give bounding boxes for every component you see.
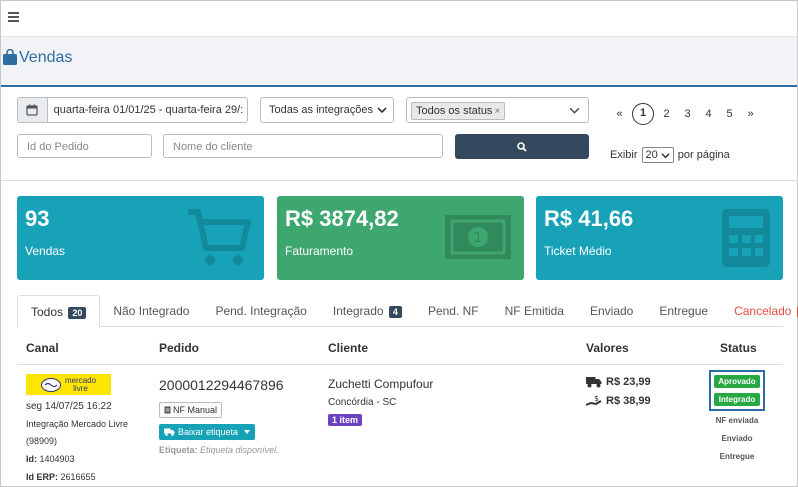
chevron-down-icon — [569, 107, 580, 114]
logo-text: mercado livre — [64, 375, 97, 393]
status-tag: Todos os status × — [411, 102, 506, 120]
calendar-icon[interactable] — [18, 98, 48, 122]
tab-enviado[interactable]: Enviado — [577, 295, 646, 327]
items-badge: 1 item — [328, 414, 363, 426]
sales-count-value: 93 — [25, 206, 50, 231]
shipping-value: R$ 23,99 — [606, 376, 651, 388]
order-datetime: seg 14/07/25 16:22 — [26, 401, 112, 412]
integration-select-value: Todas as integrações — [269, 104, 373, 116]
tab-badge: 20 — [68, 307, 87, 319]
caret-down-icon[interactable] — [244, 430, 251, 434]
tab-badge: 4 — [388, 306, 402, 318]
avg-ticket-card: R$ 41,66 Ticket Médio — [536, 196, 783, 280]
handshake-icon — [40, 377, 61, 392]
truck-icon — [586, 377, 602, 388]
tab-nao-integrado[interactable]: Não Integrado — [100, 295, 202, 327]
avg-ticket-value: R$ 41,66 — [544, 206, 634, 231]
chevron-down-icon — [377, 107, 387, 114]
pagination-page-4[interactable]: 4 — [698, 108, 719, 120]
pagination: « 1 2 3 4 5 » — [609, 103, 761, 125]
tab-label: Cancelado — [734, 304, 792, 318]
avg-ticket-label: Ticket Médio — [544, 244, 612, 258]
status-tag-label: Todos os status — [416, 105, 493, 117]
status-badge-integrated: Integrado — [714, 393, 760, 406]
per-page-prefix: Exibir — [610, 149, 638, 161]
tab-label: Todos — [31, 305, 64, 319]
shopping-cart-icon — [188, 209, 251, 265]
filters-panel: quarta-feira 01/01/25 - quarta-feira 29/… — [1, 97, 798, 181]
shopping-bag-icon — [3, 49, 17, 65]
order-number[interactable]: 2000012294467896 — [159, 377, 284, 393]
remove-tag-icon[interactable]: × — [494, 106, 500, 117]
tab-todos[interactable]: Todos 20 — [17, 295, 101, 328]
status-badge-approved: Aprovado — [714, 375, 760, 388]
download-label-button[interactable]: Baixar etiqueta — [159, 424, 256, 440]
page-title: Vendas — [19, 49, 73, 66]
column-header-pedido: Pedido — [159, 341, 200, 355]
tab-pend-nf[interactable]: Pend. NF — [415, 295, 492, 327]
table-row[interactable]: mercado livre seg 14/07/25 16:22 Integraç… — [17, 367, 783, 487]
revenue-value: R$ 3874,82 — [285, 206, 399, 231]
integration-name: Integração Mercado Livre — [26, 419, 129, 429]
search-icon — [517, 141, 527, 152]
per-page-value: 20 — [645, 149, 658, 161]
pagination-prev[interactable]: « — [609, 108, 630, 120]
money-bill-icon: 1 — [445, 215, 511, 259]
status-delivered: Entregue — [719, 452, 755, 461]
column-header-valores: Valores — [586, 341, 629, 355]
column-header-canal: Canal — [26, 341, 59, 355]
top-bar — [1, 1, 797, 37]
pagination-page-1[interactable]: 1 — [632, 103, 654, 125]
status-tabs: Todos 20 Não Integrado Pend. Integração … — [17, 295, 798, 328]
date-range-value: quarta-feira 01/01/25 - quarta-feira 29/… — [53, 104, 244, 116]
truck-icon — [164, 428, 175, 436]
hand-money-icon: $ — [586, 394, 602, 406]
tab-pend-integracao[interactable]: Pend. Integração — [202, 295, 319, 327]
hamburger-icon[interactable] — [8, 12, 19, 22]
client-name-input[interactable]: Nome do cliente — [163, 134, 443, 158]
revenue-label: Faturamento — [285, 244, 354, 258]
revenue-card: R$ 3874,82 Faturamento 1 — [277, 196, 524, 280]
nf-manual-button[interactable]: NF Manual — [159, 402, 223, 418]
status-nf-sent: NF enviada — [715, 416, 759, 425]
calculator-icon — [722, 209, 770, 267]
status-multiselect[interactable]: Todos os status × — [406, 97, 589, 123]
per-page-suffix: por página — [677, 149, 730, 161]
integration-code: (98909) — [26, 436, 58, 446]
pagination-next[interactable]: » — [740, 108, 761, 120]
column-header-status: Status — [720, 341, 757, 355]
tab-integrado[interactable]: Integrado 4 — [320, 295, 415, 327]
file-icon — [164, 406, 171, 414]
pagination-page-5[interactable]: 5 — [719, 108, 740, 120]
sales-count-card: 93 Vendas — [17, 196, 264, 280]
status-shipped: Enviado — [721, 434, 753, 443]
client-name: Zuchetti Compufour — [328, 377, 434, 391]
chevron-down-icon — [661, 152, 670, 158]
total-value: R$ 38,99 — [606, 395, 651, 407]
status-highlight: Aprovado Integrado — [709, 370, 765, 411]
per-page-control: Exibir 20 por página — [610, 147, 730, 163]
mercado-livre-logo: mercado livre — [26, 374, 111, 395]
tab-label: Integrado — [332, 304, 384, 318]
label-status: Etiqueta: Etiqueta disponível. — [159, 445, 279, 455]
integration-select[interactable]: Todas as integrações — [260, 97, 394, 123]
column-header-cliente: Cliente — [328, 341, 369, 355]
order-id: Id: 1404903 — [26, 454, 75, 464]
tab-nf-emitida[interactable]: NF Emitida — [492, 295, 577, 327]
date-range-picker[interactable]: quarta-feira 01/01/25 - quarta-feira 29/… — [17, 97, 248, 123]
client-city: Concórdia - SC — [328, 397, 397, 408]
svg-text:1: 1 — [474, 231, 482, 246]
table-header: Canal Pedido Cliente Valores Status — [17, 341, 783, 365]
pagination-page-3[interactable]: 3 — [677, 108, 698, 120]
tab-cancelado[interactable]: Cancelado 8 — [721, 295, 798, 327]
sales-count-label: Vendas — [25, 244, 66, 258]
title-bar: Vendas — [1, 37, 797, 87]
order-id-input[interactable]: Id do Pedido — [17, 134, 152, 158]
per-page-select[interactable]: 20 — [641, 147, 674, 163]
tab-entregue[interactable]: Entregue — [646, 295, 721, 327]
order-id-erp: Id ERP: 2616655 — [26, 472, 96, 482]
search-button[interactable] — [455, 134, 589, 159]
pagination-page-2[interactable]: 2 — [656, 108, 677, 120]
